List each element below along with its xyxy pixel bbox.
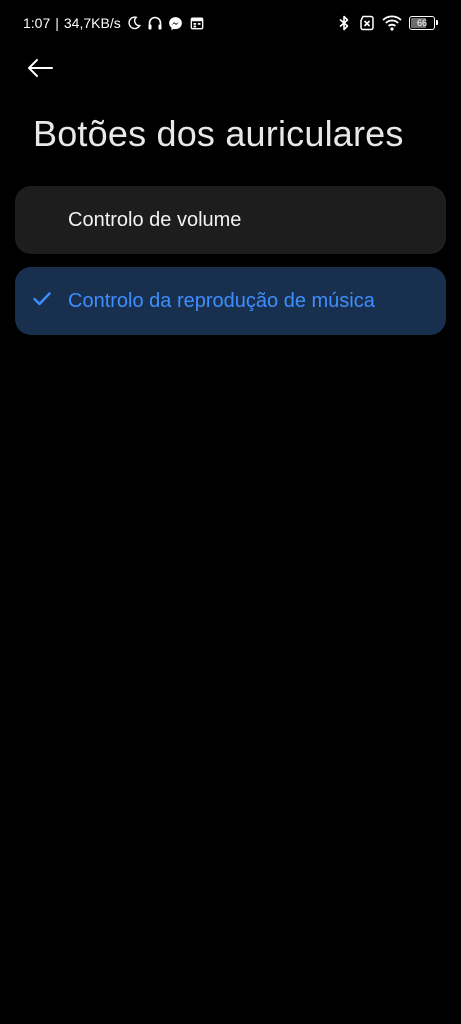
option-label: Controlo de volume	[68, 208, 242, 231]
options-list: Controlo de volume Controlo da reproduçã…	[15, 186, 446, 348]
headphones-icon	[147, 15, 163, 31]
wifi-icon	[382, 15, 402, 31]
moon-icon	[126, 15, 142, 31]
calendar-icon	[189, 15, 205, 31]
network-speed: 34,7KB/s	[63, 15, 121, 31]
arrow-left-icon	[26, 58, 54, 83]
status-right: 66	[336, 14, 438, 32]
status-separator: |	[55, 15, 59, 31]
check-slot	[15, 267, 68, 335]
sim-no-signal-icon	[359, 15, 375, 31]
checkmark-icon	[32, 291, 51, 311]
battery-indicator: 66	[409, 16, 438, 30]
bluetooth-icon	[336, 15, 352, 31]
back-button[interactable]	[26, 52, 66, 88]
option-label: Controlo da reprodução de música	[68, 289, 375, 312]
option-music-playback-control[interactable]: Controlo da reprodução de música	[15, 267, 446, 335]
status-time: 1:07	[23, 15, 51, 31]
option-volume-control[interactable]: Controlo de volume	[15, 186, 446, 254]
status-left: 1:07 | 34,7KB/s	[23, 14, 205, 32]
battery-level: 66	[416, 17, 427, 28]
check-slot	[15, 186, 68, 254]
page-title: Botões dos auriculares	[33, 113, 404, 154]
status-bar: 1:07 | 34,7KB/s 66	[0, 0, 461, 44]
messenger-icon	[168, 15, 184, 31]
